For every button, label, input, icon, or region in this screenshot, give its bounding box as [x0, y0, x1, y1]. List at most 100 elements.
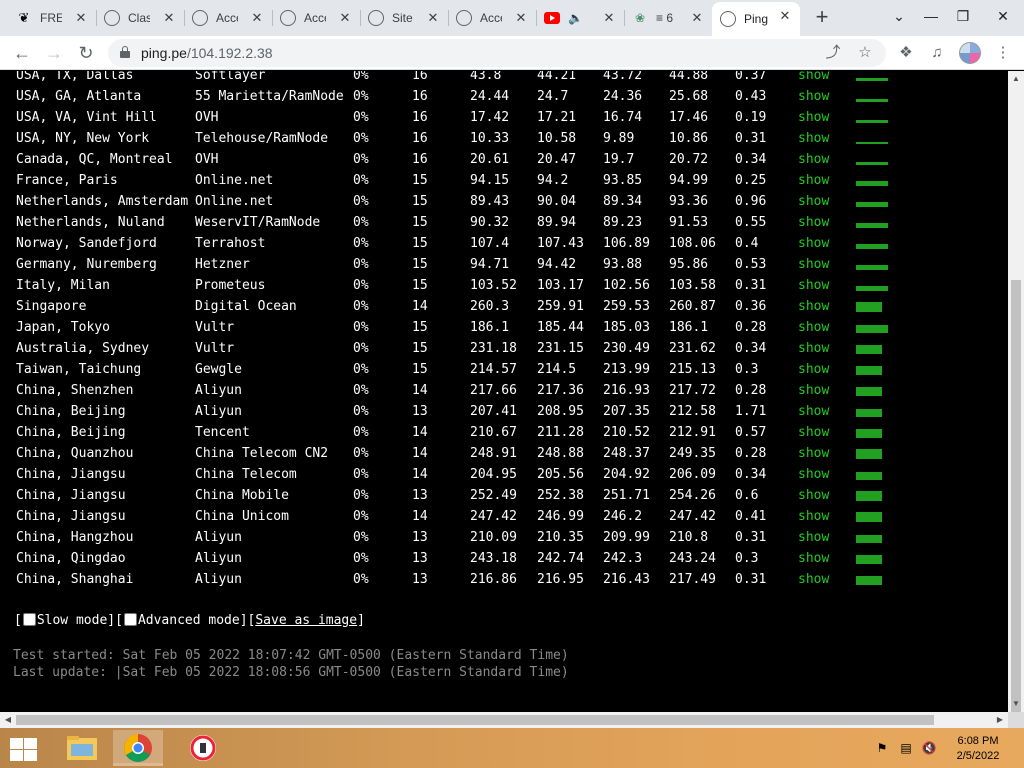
show-link[interactable]: show: [798, 212, 829, 233]
minimize-button[interactable]: —: [916, 4, 946, 28]
stdev-cell: 0.34: [735, 152, 767, 167]
table-row: China, Beijing Tencent 0% 14 210.67 211.28 210…: [0, 422, 1008, 443]
scroll-right-arrow-icon[interactable]: ▶: [992, 712, 1008, 728]
forward-button[interactable]: →: [42, 41, 66, 65]
back-button[interactable]: ←: [10, 41, 34, 65]
vertical-scroll-thumb[interactable]: [1011, 280, 1021, 767]
show-link[interactable]: show: [798, 107, 829, 128]
show-link[interactable]: show: [798, 464, 829, 485]
best-ms-cell: 16.74: [603, 110, 643, 125]
scroll-up-arrow-icon[interactable]: ▲: [1008, 71, 1024, 87]
close-icon[interactable]: ✕: [426, 11, 440, 25]
close-icon[interactable]: ✕: [162, 11, 176, 25]
address-bar[interactable]: ping.pe/104.192.2.38 ⤴ ☆: [108, 39, 886, 67]
show-link[interactable]: show: [798, 191, 829, 212]
horizontal-scroll-thumb[interactable]: [16, 715, 934, 725]
last-ms-cell: 247.42: [470, 509, 517, 524]
table-row: Netherlands, Amsterdam Online.net 0% 15 89.4…: [0, 191, 1008, 212]
action-center-icon[interactable]: ⚑: [873, 740, 891, 756]
last-ms-cell: 17.42: [470, 110, 510, 125]
count-cell: 13: [412, 404, 428, 419]
chrome-taskbar-icon[interactable]: [113, 730, 163, 766]
advanced-mode-checkbox[interactable]: [123, 613, 137, 626]
profile-avatar[interactable]: [959, 42, 981, 64]
restore-button[interactable]: ❐: [948, 4, 978, 28]
stdev-cell: 0.55: [735, 215, 767, 230]
vertical-scrollbar[interactable]: ▲ ▼: [1008, 71, 1024, 767]
show-link[interactable]: show: [798, 548, 829, 569]
extensions-puzzle-icon[interactable]: ❖: [895, 42, 917, 64]
provider-cell: Aliyun: [195, 551, 242, 566]
tab-search-icon[interactable]: ⌄: [884, 4, 914, 28]
close-icon[interactable]: ✕: [514, 11, 528, 25]
file-explorer-icon[interactable]: [57, 730, 107, 766]
count-cell: 13: [412, 551, 428, 566]
show-link[interactable]: show: [798, 71, 829, 86]
scroll-left-arrow-icon[interactable]: ◀: [0, 712, 16, 728]
tab-6[interactable]: Access ✕: [448, 4, 536, 32]
tab-8[interactable]: ❀ ≡ 6 ✕: [624, 4, 712, 32]
new-tab-button[interactable]: +: [812, 6, 832, 28]
show-link[interactable]: show: [798, 170, 829, 191]
show-link[interactable]: show: [798, 401, 829, 422]
show-link[interactable]: show: [798, 233, 829, 254]
close-icon[interactable]: ✕: [602, 11, 616, 25]
show-link[interactable]: show: [798, 443, 829, 464]
chrome-menu-icon[interactable]: ⋮: [992, 42, 1014, 64]
show-link[interactable]: show: [798, 128, 829, 149]
save-as-image-link[interactable]: Save as image: [255, 613, 357, 628]
close-icon[interactable]: ✕: [338, 11, 352, 25]
tab-1[interactable]: ❦ FREE ✕: [8, 4, 96, 32]
tab-3[interactable]: Access ✕: [184, 4, 272, 32]
show-link[interactable]: show: [798, 569, 829, 590]
media-controls-icon[interactable]: ♫: [926, 42, 948, 64]
tab-4[interactable]: Access ✕: [272, 4, 360, 32]
avg-ms-cell: 208.95: [537, 404, 584, 419]
best-ms-cell: 204.92: [603, 467, 650, 482]
show-link[interactable]: show: [798, 506, 829, 527]
show-link[interactable]: show: [798, 380, 829, 401]
url-text: ping.pe/104.192.2.38: [141, 45, 273, 61]
window-close-button[interactable]: ✕: [988, 4, 1018, 28]
close-icon[interactable]: ✕: [74, 11, 88, 25]
close-icon[interactable]: ✕: [778, 9, 792, 23]
slow-mode-checkbox[interactable]: [22, 613, 36, 626]
horizontal-scrollbar[interactable]: ◀ ▶: [0, 712, 1008, 728]
show-link[interactable]: show: [798, 149, 829, 170]
tab-active[interactable]: Ping ✕: [712, 2, 800, 36]
close-icon[interactable]: ✕: [250, 11, 264, 25]
show-link[interactable]: show: [798, 422, 829, 443]
show-link[interactable]: show: [798, 317, 829, 338]
scroll-down-arrow-icon[interactable]: ▼: [1008, 696, 1024, 712]
lock-icon[interactable]: [120, 46, 130, 58]
table-row: Italy, Milan Prometeus 0% 15 103.52 103.17 102…: [0, 275, 1008, 296]
show-link[interactable]: show: [798, 275, 829, 296]
tab-2[interactable]: Clash ✕: [96, 4, 184, 32]
latency-sparkline: [856, 149, 890, 170]
show-link[interactable]: show: [798, 338, 829, 359]
show-link[interactable]: show: [798, 527, 829, 548]
show-link[interactable]: show: [798, 485, 829, 506]
avg-ms-cell: 20.47: [537, 152, 577, 167]
table-row: France, Paris Online.net 0% 15 94.15 94.2 93.8…: [0, 170, 1008, 191]
loss-cell: 0%: [353, 131, 369, 146]
reload-button[interactable]: ↻: [74, 41, 98, 65]
avg-ms-cell: 205.56: [537, 467, 584, 482]
last-ms-cell: 20.61: [470, 152, 510, 167]
latency-sparkline: [856, 359, 890, 380]
close-icon[interactable]: ✕: [690, 11, 704, 25]
share-icon[interactable]: ⤴: [823, 43, 843, 63]
tab-5[interactable]: Site ✕: [360, 4, 448, 32]
windows-start-button[interactable]: [8, 736, 38, 762]
tab-7[interactable]: 🔈 ✕: [536, 4, 624, 32]
show-link[interactable]: show: [798, 359, 829, 380]
show-link[interactable]: show: [798, 86, 829, 107]
volume-muted-icon[interactable]: 🔇: [920, 740, 938, 756]
app-taskbar-icon[interactable]: [178, 730, 228, 766]
system-clock[interactable]: 6:08 PM 2/5/2022: [948, 734, 1008, 764]
network-icon[interactable]: ▤: [897, 740, 915, 756]
show-link[interactable]: show: [798, 254, 829, 275]
best-ms-cell: 248.37: [603, 446, 650, 461]
bookmark-star-icon[interactable]: ☆: [855, 43, 875, 63]
show-link[interactable]: show: [798, 296, 829, 317]
